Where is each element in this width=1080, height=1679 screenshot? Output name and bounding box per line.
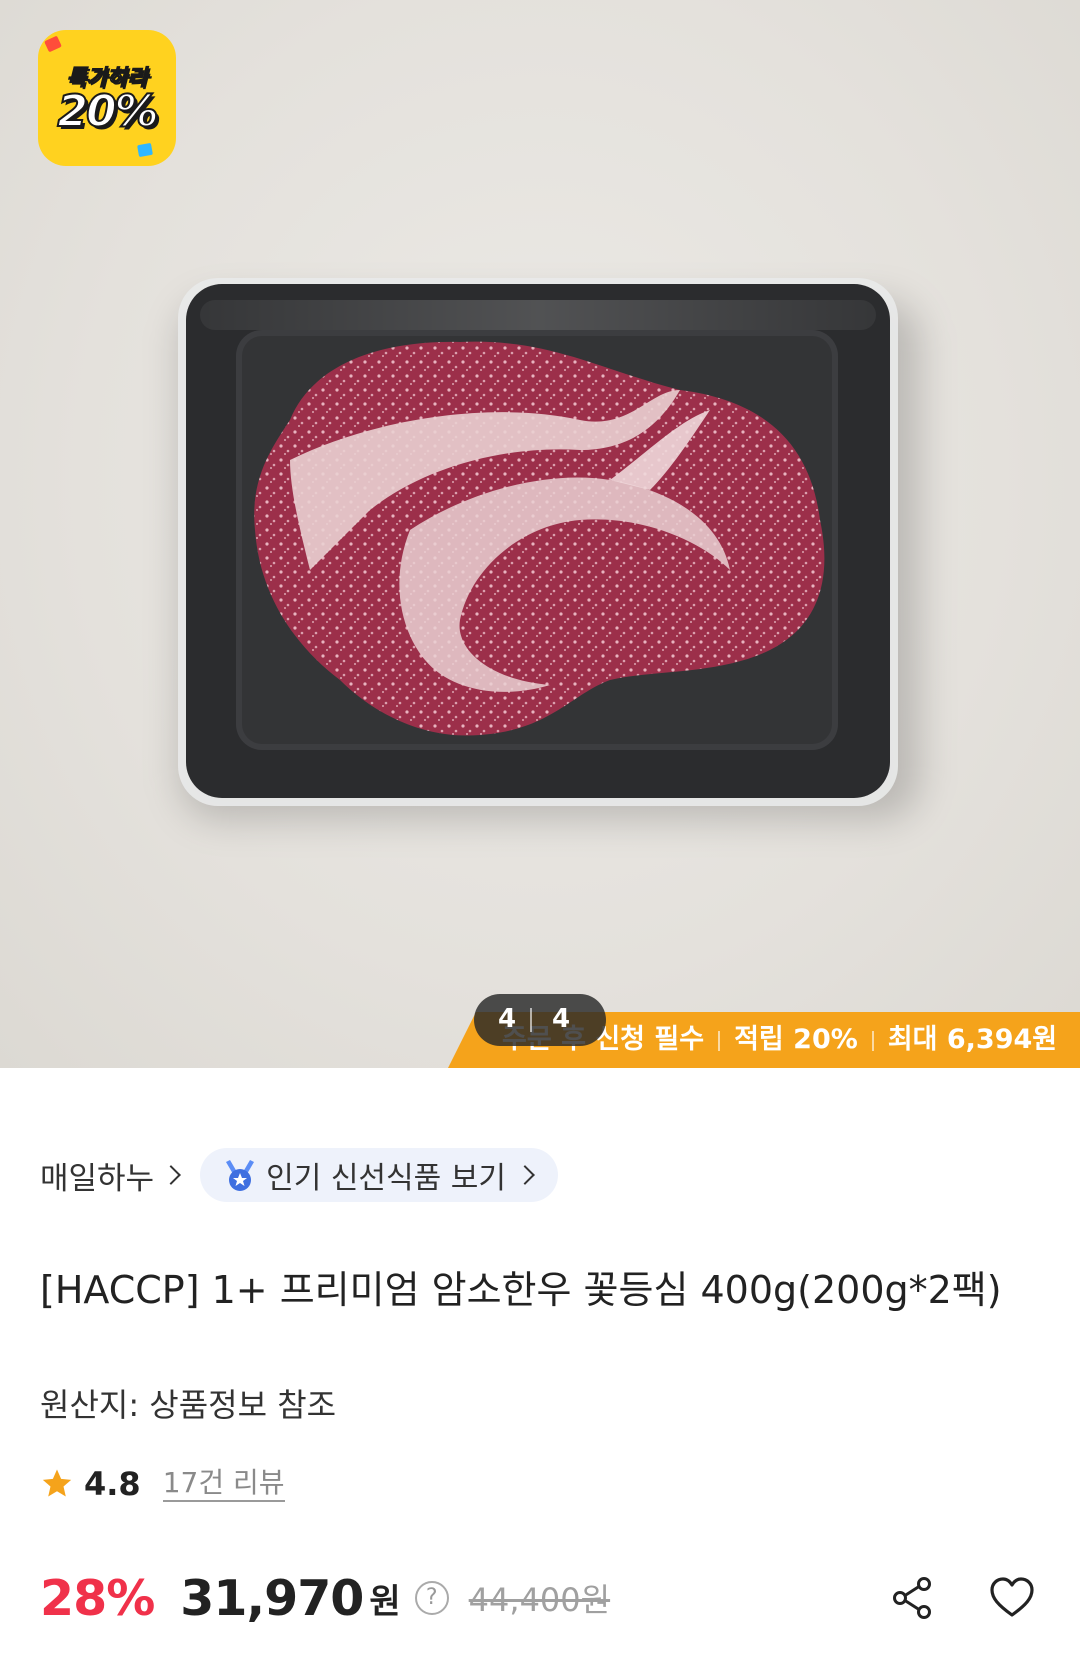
star-icon [42, 1469, 72, 1497]
medal-icon [226, 1160, 255, 1191]
promo-divider [871, 1030, 874, 1051]
chevron-right-icon [161, 1165, 181, 1185]
image-pager: 4 4 [474, 994, 606, 1046]
rating-score: 4.8 [84, 1465, 141, 1503]
promo-divider [718, 1030, 721, 1051]
badge-percent: 20% [56, 85, 159, 138]
review-count-link[interactable]: 17건 리뷰 [162, 1466, 285, 1502]
pager-current: 4 [498, 1004, 517, 1034]
sale-price: 31,970 [180, 1569, 364, 1627]
pager-total: 4 [552, 1004, 571, 1034]
popular-label: 인기 신선식품 보기 [266, 1161, 506, 1196]
discount-badge: 특가하라 20% [38, 30, 176, 166]
tray-shine [200, 300, 876, 330]
original-price: 44,400원 [468, 1581, 611, 1619]
brand-row: 매일하누 인기 신선식품 보기 [40, 1148, 558, 1202]
discount-rate: 28% [40, 1569, 155, 1627]
heart-icon[interactable] [988, 1574, 1036, 1622]
popular-fresh-food-button[interactable]: 인기 신선식품 보기 [200, 1148, 558, 1202]
promo-rate: 적립 20% [734, 1024, 858, 1055]
brand-name: 매일하누 [40, 1160, 155, 1197]
rating-row: 4.8 17건 리뷰 [40, 1462, 285, 1506]
help-icon[interactable]: ? [414, 1581, 449, 1615]
product-image[interactable]: 특가하라 20% 주문 후 신청 필수 적립 20% 최대 6,394원 4 4 [0, 0, 1080, 1068]
product-origin: 원산지: 상품정보 참조 [40, 1386, 337, 1424]
share-icon[interactable] [888, 1574, 936, 1622]
product-title: [HACCP] 1+ 프리미엄 암소한우 꽃등심 400g(200g*2팩) [40, 1268, 1002, 1312]
promo-max: 최대 6,394원 [887, 1024, 1058, 1055]
pager-divider [530, 1008, 532, 1032]
badge-decoration [44, 35, 62, 53]
chevron-right-icon [515, 1165, 535, 1185]
price-row: 28% 31,970 원 ? 44,400원 [40, 1566, 610, 1630]
brand-link[interactable]: 매일하누 [40, 1153, 181, 1198]
badge-decoration [137, 142, 153, 158]
ribeye-steak-image [254, 341, 825, 736]
currency-unit: 원 [369, 1581, 401, 1622]
